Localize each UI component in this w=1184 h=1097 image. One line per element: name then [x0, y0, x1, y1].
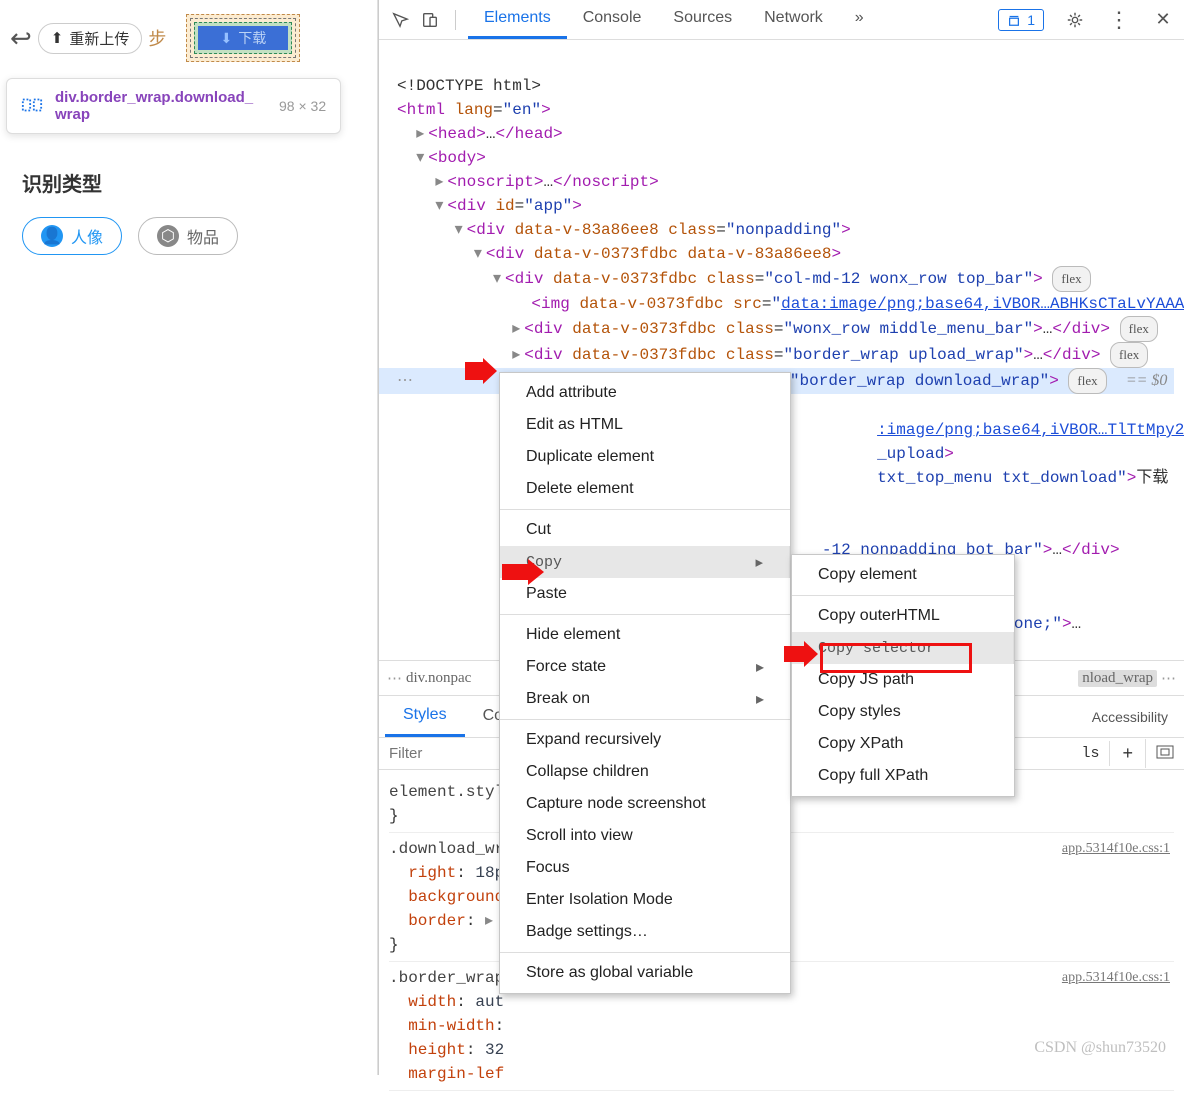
devtools-tabs: Elements Console Sources Network » [468, 1, 880, 39]
context-menu: Add attribute Edit as HTML Duplicate ele… [499, 372, 791, 994]
menu-hide[interactable]: Hide element [500, 619, 790, 651]
back-icon[interactable]: ↩ [10, 23, 32, 54]
annotation-highlight [820, 643, 972, 673]
menu-collapse[interactable]: Collapse children [500, 756, 790, 788]
watermark: CSDN @shun73520 [1034, 1039, 1166, 1057]
step-decor: 步 [148, 25, 166, 51]
subtab-styles[interactable]: Styles [385, 697, 465, 737]
menu-delete[interactable]: Delete element [500, 473, 790, 505]
layers-label[interactable]: ls [1071, 741, 1110, 766]
issues-badge[interactable]: 1 [998, 9, 1044, 31]
reupload-label: 重新上传 [69, 28, 129, 49]
menu-force-state[interactable]: Force state [500, 651, 790, 683]
new-rule-button[interactable]: + [1110, 739, 1146, 768]
tab-more[interactable]: » [839, 1, 880, 39]
menu-copy-element[interactable]: Copy element [792, 559, 1014, 591]
menu-store-global[interactable]: Store as global variable [500, 957, 790, 989]
source-link[interactable]: app.5314f10e.css:1 [1062, 837, 1170, 861]
crumb-selected[interactable]: nload_wrap [1078, 670, 1157, 687]
menu-focus[interactable]: Focus [500, 852, 790, 884]
left-toolbar: ↩ ⬆ 重新上传 步 ⬇ 下载 [0, 0, 377, 72]
download-icon: ⬇ [221, 30, 233, 47]
recognition-type-section: 识别类型 👤 人像 ⬡ 物品 [22, 168, 238, 255]
reupload-button[interactable]: ⬆ 重新上传 [38, 23, 143, 54]
menu-expand[interactable]: Expand recursively [500, 724, 790, 756]
menu-copy-xpath[interactable]: Copy XPath [792, 728, 1014, 760]
annotation-arrow-3 [784, 641, 818, 667]
menu-isolation[interactable]: Enter Isolation Mode [500, 884, 790, 916]
upload-icon: ⬆ [51, 29, 64, 47]
crumb-1[interactable]: div.nonpac [406, 670, 471, 687]
flex-container-icon [21, 94, 43, 119]
annotation-arrow-2 [502, 559, 544, 585]
section-title: 识别类型 [22, 168, 238, 197]
boxmodel-overlay: ⬇ 下载 [186, 14, 300, 62]
tooltip-dimensions: 98 × 32 [279, 98, 326, 114]
element-tooltip: div.border_wrap.download_wrap 98 × 32 [6, 78, 341, 134]
context-submenu-copy: Copy element Copy outerHTML Copy selecto… [791, 554, 1015, 797]
menu-copy-styles[interactable]: Copy styles [792, 696, 1014, 728]
breadcrumb-more-r[interactable]: ⋯ [1161, 669, 1176, 688]
devtools-toolbar: Elements Console Sources Network » 1 ⋮ ✕ [379, 0, 1184, 40]
cube-icon: ⬡ [157, 225, 179, 247]
breadcrumb-more[interactable]: ⋯ [387, 669, 402, 688]
download-label: 下载 [238, 28, 266, 48]
device-toggle-icon[interactable] [417, 7, 443, 33]
menu-duplicate[interactable]: Duplicate element [500, 441, 790, 473]
menu-break-on[interactable]: Break on [500, 683, 790, 715]
tab-elements[interactable]: Elements [468, 1, 567, 39]
gear-icon[interactable] [1062, 7, 1088, 33]
annotation-arrow-1 [465, 358, 497, 384]
menu-edit-html[interactable]: Edit as HTML [500, 409, 790, 441]
subtab-accessibility[interactable]: Accessibility [1092, 709, 1168, 725]
person-icon: 👤 [41, 225, 63, 247]
menu-cut[interactable]: Cut [500, 514, 790, 546]
menu-badge[interactable]: Badge settings… [500, 916, 790, 948]
tab-network[interactable]: Network [748, 1, 839, 39]
page-left-panel: ↩ ⬆ 重新上传 步 ⬇ 下载 div.border_wrap.download… [0, 0, 378, 1075]
tooltip-selector: div.border_wrap.download_wrap [55, 89, 255, 123]
chip-object[interactable]: ⬡ 物品 [138, 217, 238, 255]
close-icon[interactable]: ✕ [1150, 7, 1176, 33]
menu-copy-outer[interactable]: Copy outerHTML [792, 600, 1014, 632]
tab-sources[interactable]: Sources [657, 1, 748, 39]
inspect-icon[interactable] [387, 7, 413, 33]
source-link-2[interactable]: app.5314f10e.css:1 [1062, 966, 1170, 990]
menu-scroll[interactable]: Scroll into view [500, 820, 790, 852]
menu-add-attribute[interactable]: Add attribute [500, 377, 790, 409]
chip-person[interactable]: 👤 人像 [22, 217, 122, 255]
tab-console[interactable]: Console [567, 1, 658, 39]
menu-copy-full-xpath[interactable]: Copy full XPath [792, 760, 1014, 792]
kebab-icon[interactable]: ⋮ [1106, 7, 1132, 33]
boxmodel-icon[interactable] [1146, 741, 1184, 766]
menu-capture[interactable]: Capture node screenshot [500, 788, 790, 820]
